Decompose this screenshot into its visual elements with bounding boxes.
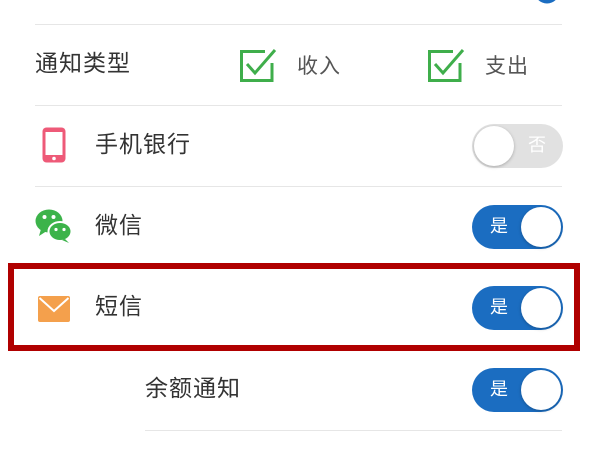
balance-notice-label: 余额通知 <box>145 376 241 402</box>
notify-type-row: 通知类型 收入 支出 <box>0 24 592 105</box>
income-label: 收入 <box>297 53 341 78</box>
balance-notice-row: 余额通知 是 <box>0 349 592 430</box>
mobile-bank-toggle[interactable]: 否 <box>472 124 563 168</box>
toggle-state-text: 否 <box>528 135 546 156</box>
toggle-knob <box>521 207 561 247</box>
divider <box>145 430 562 431</box>
notification-settings-screen: 通知类型 收入 支出 手机银行 否 微信 是 短信 是 余额通知 是 <box>0 0 592 451</box>
checkbox-checked-icon <box>240 48 277 82</box>
toggle-knob <box>521 370 561 410</box>
toggle-knob <box>474 126 514 166</box>
expense-checkbox[interactable]: 支出 <box>426 24 529 105</box>
wechat-toggle[interactable]: 是 <box>472 205 563 249</box>
circle-icon <box>538 0 556 4</box>
toggle-state-text: 是 <box>490 379 508 400</box>
phone-icon <box>42 127 66 163</box>
wechat-label: 微信 <box>95 213 143 239</box>
mobile-bank-row: 手机银行 否 <box>0 105 592 186</box>
expense-label: 支出 <box>485 53 529 78</box>
income-checkbox[interactable]: 收入 <box>238 24 341 105</box>
checkbox-checked-icon <box>428 48 465 82</box>
wechat-icon <box>35 209 73 243</box>
toggle-state-text: 是 <box>490 216 508 237</box>
sms-row-highlight <box>8 263 580 351</box>
wechat-row: 微信 是 <box>0 186 592 267</box>
balance-notice-toggle[interactable]: 是 <box>472 368 563 412</box>
notify-type-label: 通知类型 <box>35 51 131 77</box>
mobile-bank-label: 手机银行 <box>95 132 191 158</box>
